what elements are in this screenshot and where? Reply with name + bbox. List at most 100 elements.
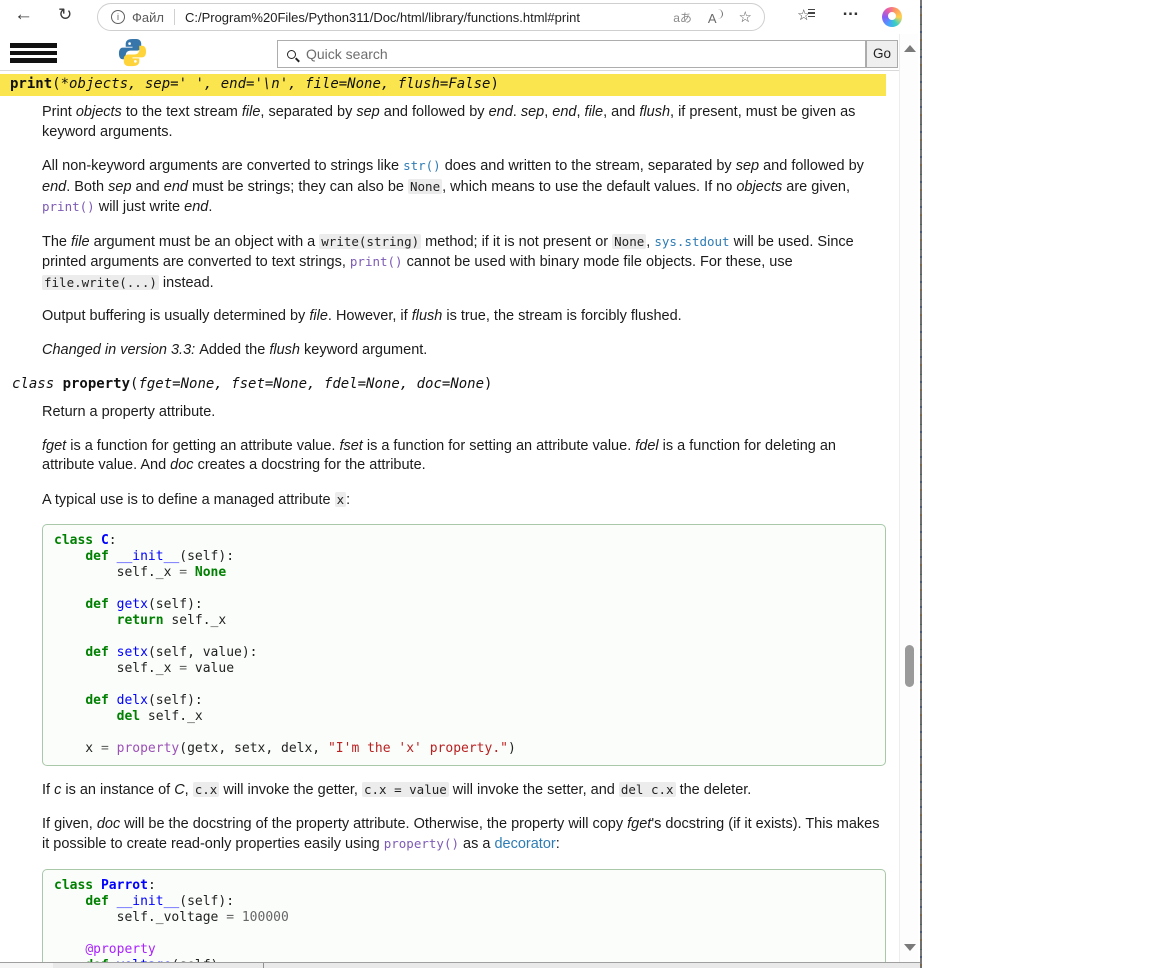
property-description: Return a property attribute. fget is a f… (42, 403, 886, 962)
code-line: @property (54, 942, 885, 958)
menu-toggle-icon[interactable] (10, 43, 57, 63)
favorites-star-icon[interactable]: ☆ (739, 8, 752, 26)
text-segment: file (71, 234, 90, 250)
text-segment: c.x = value (362, 782, 449, 797)
text-segment: instead. (159, 275, 214, 291)
text-segment: x (335, 492, 347, 507)
text-segment: A typical use is to define a managed att… (42, 492, 335, 508)
search-input[interactable] (304, 45, 865, 63)
text-segment: The (42, 234, 71, 250)
go-button[interactable]: Go (866, 40, 898, 68)
docs-header: Go (0, 34, 899, 71)
text-segment: cannot be used with binary mode file obj… (403, 254, 793, 270)
text-segment: property (63, 376, 130, 392)
copilot-icon[interactable] (882, 7, 902, 27)
paragraph: If given, doc will be the docstring of t… (42, 815, 886, 855)
text-segment: flush (639, 104, 670, 120)
code-line: del self._x (54, 709, 885, 725)
site-label: Файл (132, 10, 164, 25)
text-segment: to the text stream (122, 104, 242, 120)
print-link[interactable]: print() (42, 199, 95, 214)
read-aloud-icon[interactable]: A (708, 9, 723, 26)
bottom-strip-divider (263, 963, 264, 968)
code-line: def delx(self): (54, 693, 885, 709)
text-segment: is an instance of (61, 782, 174, 798)
decorator-link[interactable]: decorator (494, 836, 555, 852)
text-segment: end (42, 179, 66, 195)
translate-icon[interactable]: aあ (673, 9, 692, 26)
text-segment: flush (412, 308, 443, 324)
text-segment: , separated by (260, 104, 356, 120)
text-segment: None (612, 234, 646, 249)
paragraph: Print objects to the text stream file, s… (42, 103, 886, 142)
code-line: class Parrot: (54, 878, 885, 894)
code-line: self._voltage = 100000 (54, 910, 885, 926)
code-line (54, 725, 885, 741)
text-segment: file (242, 104, 261, 120)
text-segment: , (185, 782, 193, 798)
text-segment: file.write(...) (42, 275, 159, 290)
search-icon (287, 50, 296, 59)
back-button[interactable]: ← (14, 4, 33, 26)
text-segment: must be strings; they can also be (188, 179, 408, 195)
text-segment: If given, (42, 816, 97, 832)
code-line: self._x = None (54, 565, 885, 581)
text-segment: is a function for getting an attribute v… (66, 438, 339, 454)
python-logo[interactable] (117, 37, 148, 68)
property-signature: class property(fget=None, fset=None, fde… (0, 374, 886, 396)
text-segment: : (346, 492, 350, 508)
address-bar[interactable]: i Файл C:/Program%20Files/Python311/Doc/… (97, 3, 765, 31)
text-segment: file (585, 104, 604, 120)
text-segment: method; if it is not present or (421, 234, 612, 250)
sys-stdout-link[interactable]: sys.stdout (654, 234, 729, 249)
text-segment: will invoke the getter, (219, 782, 362, 798)
paragraph: A typical use is to define a managed att… (42, 490, 886, 511)
collections-icon[interactable]: ☆ (797, 6, 810, 24)
property-link[interactable]: property() (384, 836, 459, 851)
page-scrollbar[interactable] (899, 34, 918, 968)
window-edge (920, 0, 922, 968)
info-icon[interactable]: i (111, 10, 125, 24)
text-segment: fdel (635, 438, 658, 454)
text-segment: sep (108, 179, 131, 195)
text-segment: keyword argument. (300, 342, 427, 358)
code-line: def setx(self, value): (54, 645, 885, 661)
text-segment: *objects, sep=' ', end='\n', file=None, … (61, 76, 491, 92)
code-line: def __init__(self): (54, 549, 885, 565)
scroll-up-icon[interactable] (904, 45, 916, 52)
text-segment: doc (170, 457, 193, 473)
refresh-button[interactable]: ↻ (58, 5, 72, 25)
bottom-strip-segment (0, 963, 53, 968)
text-segment: is true, the stream is forcibly flushed. (442, 308, 681, 324)
text-segment: ) (490, 76, 498, 92)
print-signature: print(*objects, sep=' ', end='\n', file=… (0, 74, 886, 96)
text-segment: objects (736, 179, 782, 195)
text-segment: end (489, 104, 513, 120)
print-link[interactable]: print() (350, 254, 403, 269)
text-segment: class (12, 376, 63, 392)
paragraph: fget is a function for getting an attrib… (42, 437, 886, 476)
text-segment: . (513, 104, 521, 120)
str-link[interactable]: str() (403, 158, 441, 173)
scroll-down-icon[interactable] (904, 944, 916, 951)
code-line (54, 581, 885, 597)
text-segment: . Both (66, 179, 108, 195)
text-segment: ) (484, 376, 492, 392)
text-segment: : (556, 836, 560, 852)
text-segment: If (42, 782, 54, 798)
text-segment: argument must be an object with a (90, 234, 320, 250)
paragraph: All non-keyword arguments are converted … (42, 156, 886, 218)
more-menu-icon[interactable]: … (842, 0, 860, 20)
code-line (54, 629, 885, 645)
quick-search-box[interactable] (277, 40, 866, 68)
print-description: Print objects to the text stream file, s… (42, 103, 886, 360)
text-segment: fset (339, 438, 362, 454)
address-divider (174, 9, 175, 25)
text-segment: and followed by (380, 104, 489, 120)
text-segment: sep (356, 104, 379, 120)
code-line: class C: (54, 533, 885, 549)
scroll-thumb[interactable] (905, 645, 914, 687)
code-line: def __init__(self): (54, 894, 885, 910)
text-segment: and (132, 179, 164, 195)
paragraph: If c is an instance of C, c.x will invok… (42, 780, 886, 801)
